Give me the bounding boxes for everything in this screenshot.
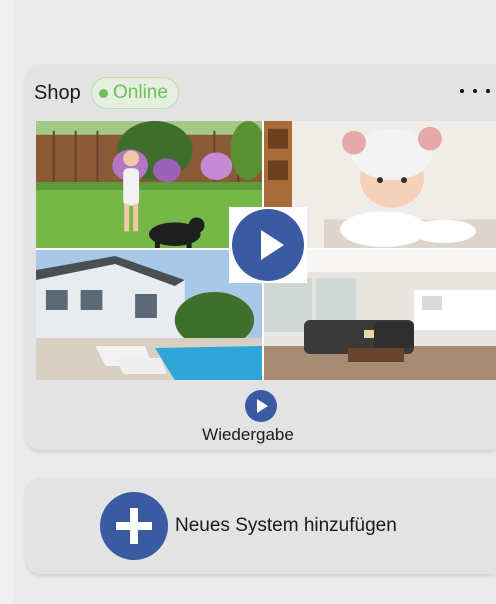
playback-play-icon [245, 390, 277, 422]
system-card-header: Shop Online [26, 64, 496, 122]
playback-label: Wiedergabe [202, 425, 294, 444]
status-badge: Online [91, 77, 179, 109]
status-dot-icon [99, 88, 108, 98]
add-system-button[interactable]: Neues System hinzufügen [26, 478, 496, 574]
status-text: Online [113, 82, 168, 103]
add-system-label: Neues System hinzufügen [175, 515, 397, 536]
system-name: Shop [34, 82, 81, 104]
more-dot-icon [473, 89, 477, 93]
more-dot-icon [460, 89, 464, 93]
plus-icon [100, 492, 168, 560]
play-icon [232, 209, 304, 281]
left-edge-strip [0, 0, 14, 604]
playback-button[interactable]: Wiedergabe [26, 390, 496, 444]
system-card: Shop Online Wiedergabe [26, 64, 496, 450]
more-options-button[interactable] [460, 84, 490, 98]
live-view-play-button[interactable] [229, 207, 307, 283]
more-dot-icon [486, 89, 490, 93]
